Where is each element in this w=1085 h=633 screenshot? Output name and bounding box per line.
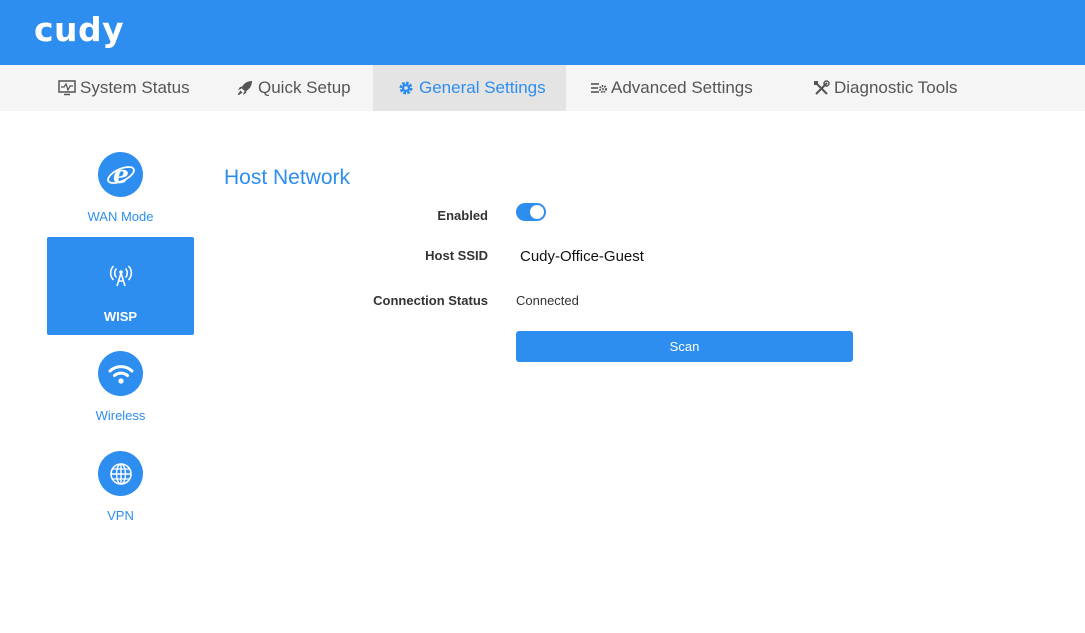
- gear-icon: [397, 79, 415, 97]
- tab-label: System Status: [80, 78, 190, 97]
- rocket-icon: [236, 79, 254, 97]
- tab-label: Diagnostic Tools: [834, 78, 958, 97]
- enabled-toggle[interactable]: [516, 203, 546, 221]
- tab-label: General Settings: [419, 78, 546, 97]
- tab-general-settings[interactable]: General Settings: [373, 65, 566, 111]
- antenna-icon: [98, 252, 143, 297]
- sidebar-item-label: VPN: [107, 508, 134, 523]
- toggle-knob: [530, 205, 544, 219]
- sidebar-item-wireless[interactable]: Wireless: [47, 336, 194, 434]
- sidebar-item-label: WISP: [103, 309, 138, 324]
- connection-status-label: Connection Status: [373, 293, 488, 308]
- connection-status-value: Connected: [516, 293, 579, 308]
- tab-quick-setup[interactable]: Quick Setup: [206, 65, 373, 111]
- wifi-icon: [98, 351, 143, 396]
- logo[interactable]: cudy: [34, 10, 124, 50]
- internet-explorer-icon: e: [98, 152, 143, 197]
- sidebar-item-vpn[interactable]: VPN: [47, 436, 194, 534]
- monitor-icon: [58, 79, 76, 97]
- sidebar-item-label: Wireless: [95, 408, 146, 423]
- main-nav: System Status Quick Setup General Settin…: [0, 65, 1085, 111]
- tab-label: Quick Setup: [258, 78, 351, 97]
- host-ssid-label: Host SSID: [425, 248, 488, 263]
- enabled-label: Enabled: [437, 208, 488, 223]
- globe-icon: [98, 451, 143, 496]
- scan-button[interactable]: Scan: [516, 331, 853, 362]
- sidebar-item-wisp[interactable]: WISP: [47, 237, 194, 335]
- tab-diagnostic-tools[interactable]: Diagnostic Tools: [777, 65, 1085, 111]
- sidebar-item-label: WAN Mode: [87, 209, 154, 224]
- host-ssid-value: Cudy-Office-Guest: [520, 248, 644, 265]
- svg-text:e: e: [113, 160, 129, 189]
- tab-label: Advanced Settings: [611, 78, 753, 97]
- sidebar-item-wan-mode[interactable]: e WAN Mode: [47, 137, 194, 235]
- page-title: Host Network: [224, 166, 351, 189]
- top-bar: cudy: [0, 0, 1085, 65]
- tab-system-status[interactable]: System Status: [0, 65, 206, 111]
- sliders-gear-icon: [589, 79, 607, 97]
- tools-icon: [812, 79, 830, 97]
- tab-advanced-settings[interactable]: Advanced Settings: [566, 65, 777, 111]
